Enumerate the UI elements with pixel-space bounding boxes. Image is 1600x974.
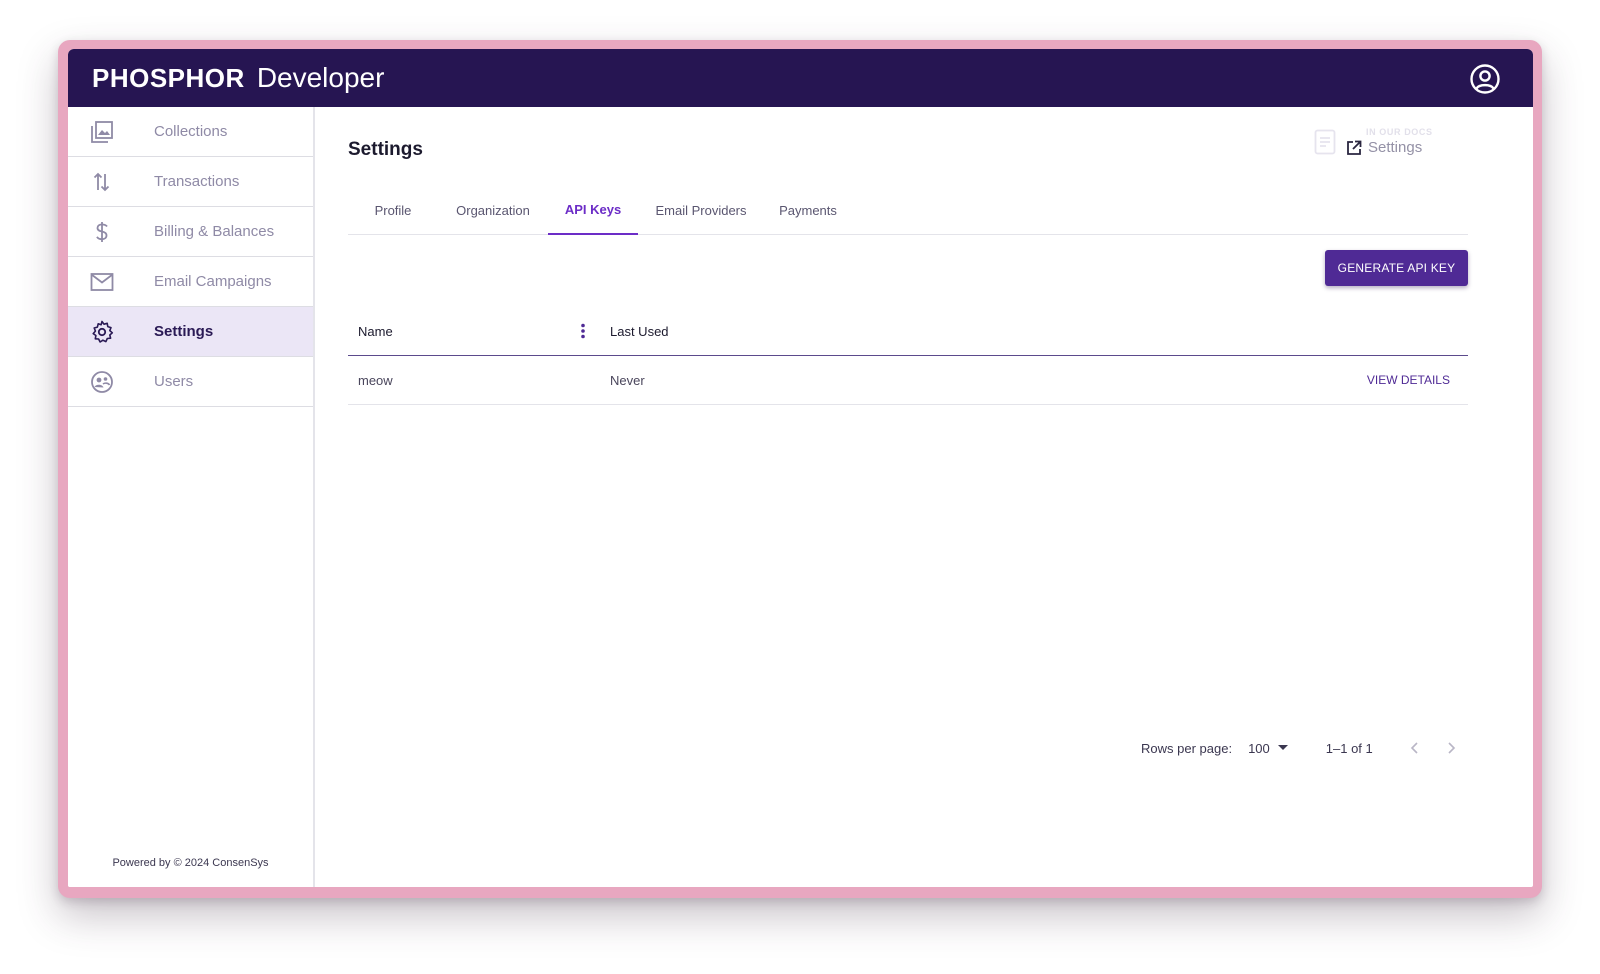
powered-by-footer: Powered by © 2024 ConsenSys [112,857,269,869]
docs-link-panel: IN OUR DOCS Settings [1314,127,1433,156]
cell-name: meow [358,372,393,388]
api-keys-table: Name Last Used meow Never VIEW DETAILS [348,307,1468,405]
sidebar-item-settings[interactable]: Settings [68,307,313,357]
settings-tabs: Profile Organization API Keys Email Prov… [348,185,1468,235]
generate-api-key-button[interactable]: GENERATE API KEY [1325,250,1468,286]
previous-page-button[interactable] [1405,738,1425,758]
document-icon [1314,129,1336,155]
table-row: meow Never VIEW DETAILS [348,356,1468,405]
tab-email-providers[interactable]: Email Providers [638,185,764,235]
sidebar-item-label: Transactions [154,173,240,190]
pagination: Rows per page: 100 1–1 of 1 [1141,738,1477,758]
account-circle-icon [1470,64,1500,94]
brand-name: PHOSPHOR [92,63,245,93]
tab-payments[interactable]: Payments [764,185,852,235]
column-menu-icon[interactable] [580,323,586,344]
dollar-icon [90,220,114,244]
sidebar-item-label: Users [154,373,194,390]
sidebar-item-label: Settings [154,323,214,340]
next-page-button[interactable] [1441,738,1461,758]
mail-icon [90,270,114,294]
account-button[interactable] [1469,63,1501,95]
page-title: Settings [348,139,423,160]
collections-icon [90,120,114,144]
sidebar-item-label: Email Campaigns [154,273,272,290]
brand-subtitle: Developer [256,62,385,93]
top-bar: PHOSPHOR Developer [68,49,1533,107]
sidebar-item-users[interactable]: Users [68,357,313,407]
external-link-icon [1347,140,1362,155]
tab-profile[interactable]: Profile [348,185,438,235]
users-icon [90,370,114,394]
app-window: PHOSPHOR Developer Collections Transacti… [68,49,1533,887]
sidebar-item-label: Collections [154,123,228,140]
column-header-last-used[interactable]: Last Used [610,324,669,339]
sidebar-item-collections[interactable]: Collections [68,107,313,157]
main-content: Settings IN OUR DOCS Settings Profile Or… [348,107,1533,887]
tab-api-keys[interactable]: API Keys [548,185,638,235]
sidebar-item-transactions[interactable]: Transactions [68,157,313,207]
pagination-range: 1–1 of 1 [1325,740,1373,756]
sidebar-item-email-campaigns[interactable]: Email Campaigns [68,257,313,307]
chevron-left-icon [1410,742,1418,754]
sidebar: Collections Transactions Billing & Balan… [68,107,315,887]
cell-last-used: Never [610,372,645,388]
docs-settings-link[interactable]: Settings [1346,139,1433,156]
column-header-name[interactable]: Name [358,324,393,339]
view-details-link[interactable]: VIEW DETAILS [1367,373,1450,387]
sidebar-item-label: Billing & Balances [154,223,275,240]
transfer-arrows-icon [90,170,114,194]
chevron-right-icon [1448,742,1455,754]
rows-per-page-value: 100 [1248,740,1270,756]
docs-link-label: Settings [1368,139,1423,156]
rows-per-page-select[interactable]: 100 [1248,741,1288,756]
rows-per-page-label: Rows per page: [1141,740,1233,756]
caret-down-icon [1277,745,1288,750]
brand-logo[interactable]: PHOSPHOR Developer [92,62,384,94]
table-header: Name Last Used [348,307,1468,356]
gear-icon [90,320,114,344]
tab-organization[interactable]: Organization [438,185,548,235]
sidebar-item-billing[interactable]: Billing & Balances [68,207,313,257]
docs-eyebrow: IN OUR DOCS [1366,127,1433,137]
